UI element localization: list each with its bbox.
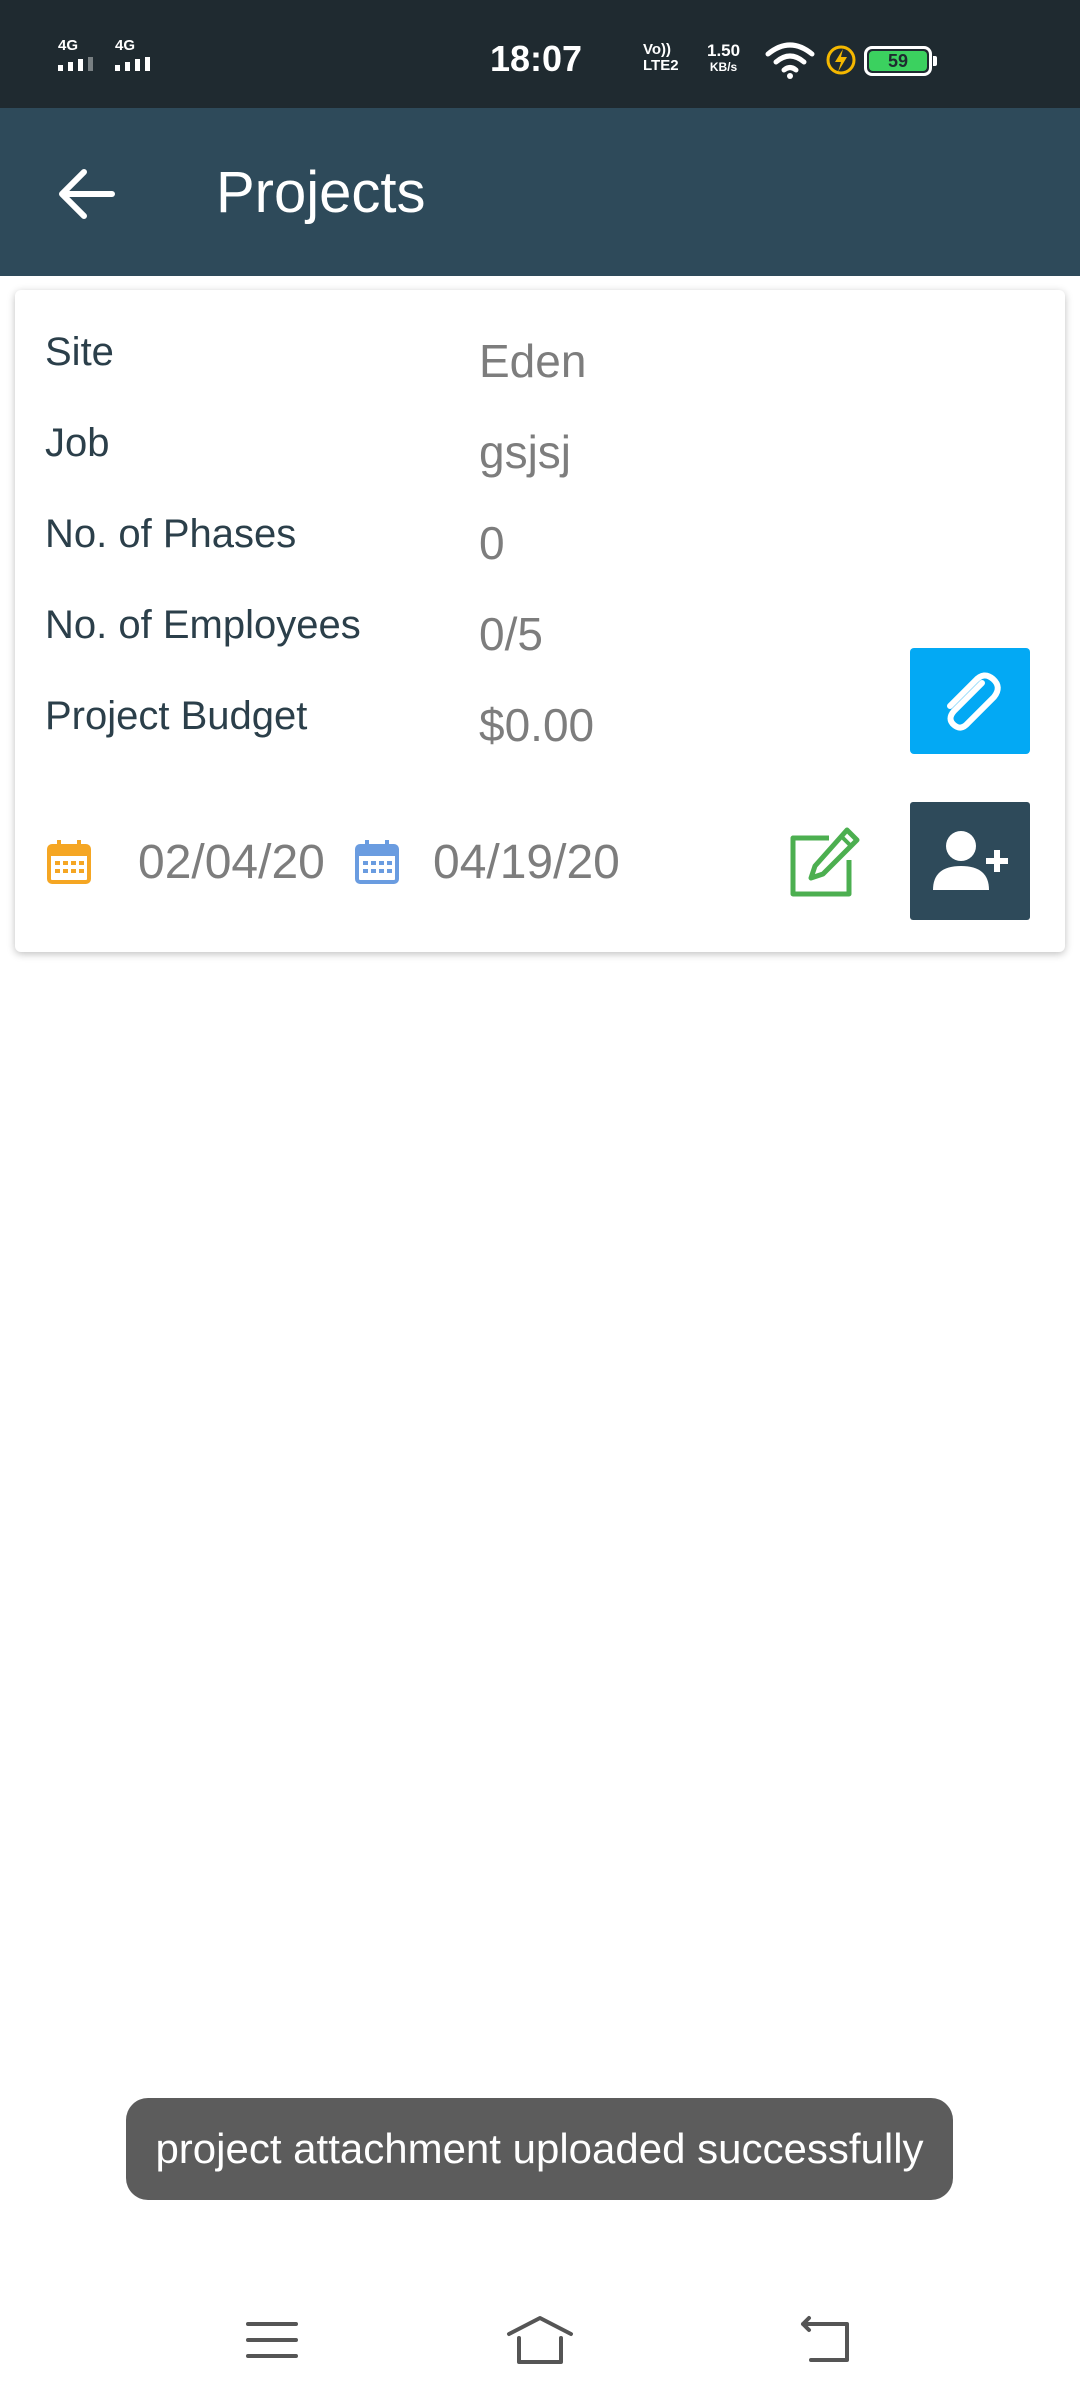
project-card[interactable]: Site Eden Job gsjsj No. of Phases 0 No. … <box>15 290 1065 952</box>
field-label: No. of Employees <box>45 603 361 647</box>
field-label: No. of Phases <box>45 512 297 556</box>
status-bar: 4G 4G 18:07 Vo)) LTE2 1.50 KB/s 59 <box>0 0 1080 108</box>
app-bar: Projects <box>0 108 1080 276</box>
home-icon <box>507 2316 573 2364</box>
clock: 18:07 <box>490 38 583 79</box>
add-user-icon <box>933 831 1008 890</box>
network-speed: 1.50 KB/s <box>707 42 740 76</box>
start-calendar-icon <box>47 840 91 884</box>
end-calendar-icon <box>355 840 399 884</box>
page-title: Projects <box>216 160 426 225</box>
home-button[interactable] <box>505 2310 573 2370</box>
field-label: Project Budget <box>45 694 308 738</box>
field-value: Eden <box>479 335 587 387</box>
add-employee-button[interactable] <box>910 802 1030 920</box>
field-site: Site Eden <box>45 330 945 390</box>
field-value: 0 <box>479 517 505 569</box>
menu-button[interactable] <box>242 2310 302 2370</box>
field-label: Job <box>45 421 110 465</box>
field-budget: Project Budget $0.00 <box>45 694 945 754</box>
back-icon <box>801 2316 849 2362</box>
field-value: 0/5 <box>479 608 543 660</box>
edit-button[interactable] <box>785 824 863 902</box>
field-value: $0.00 <box>479 699 595 751</box>
field-employees: No. of Employees 0/5 <box>45 603 945 663</box>
attachment-button[interactable] <box>910 648 1030 754</box>
menu-icon <box>246 2322 298 2358</box>
field-phases: No. of Phases 0 <box>45 512 945 572</box>
battery-level: 59 <box>869 51 927 71</box>
volte-bottom: LTE2 <box>643 57 679 74</box>
back-nav-button[interactable] <box>795 2310 855 2370</box>
field-job: Job gsjsj <box>45 421 945 481</box>
battery-icon: 59 <box>864 46 937 76</box>
signal-icon: 4G <box>115 38 150 71</box>
volte-indicator: Vo)) LTE2 <box>643 42 679 74</box>
volte-top: Vo)) <box>643 41 672 58</box>
field-value: gsjsj <box>479 426 572 478</box>
edit-icon <box>790 827 860 897</box>
end-date: 04/19/20 <box>433 836 620 889</box>
charging-bolt-icon <box>826 44 856 81</box>
network-type-1: 4G <box>58 37 79 54</box>
back-button[interactable] <box>50 158 122 230</box>
system-nav-bar <box>0 2280 1080 2400</box>
start-date: 02/04/20 <box>138 836 325 889</box>
arrow-left-icon <box>59 169 115 219</box>
field-label: Site <box>45 330 114 374</box>
network-type-2: 4G <box>115 37 136 54</box>
speed-value: 1.50 <box>707 41 741 60</box>
paperclip-icon <box>947 672 1001 731</box>
speed-unit: KB/s <box>709 60 738 74</box>
toast-message: project attachment uploaded successfully <box>126 2098 953 2200</box>
signal-icon: 4G <box>58 38 93 71</box>
wifi-icon <box>765 40 815 85</box>
